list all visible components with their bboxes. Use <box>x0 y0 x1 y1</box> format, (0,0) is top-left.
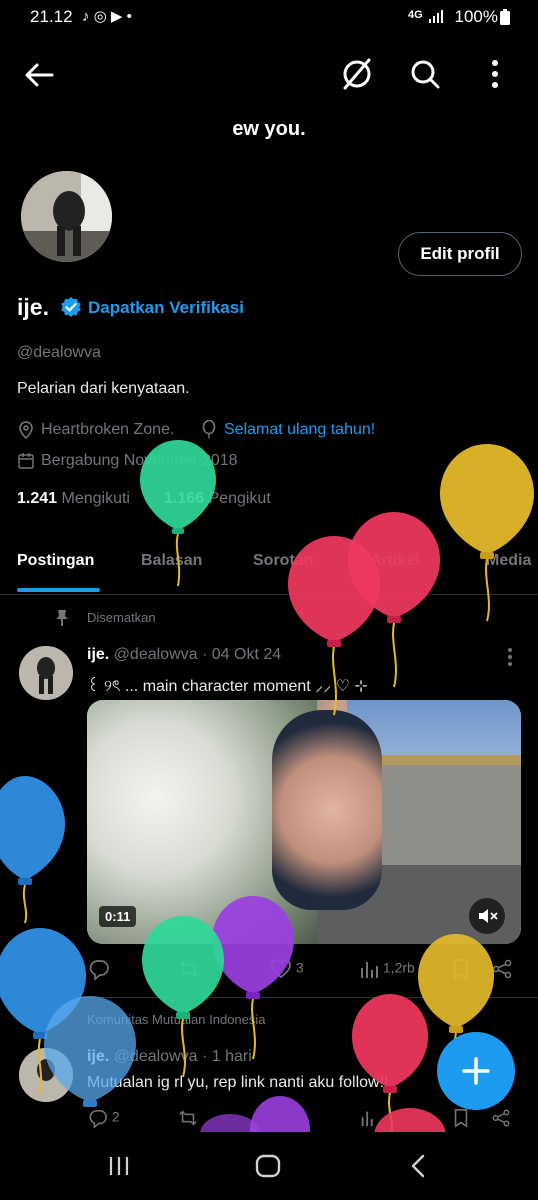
reply-button[interactable] <box>88 958 110 980</box>
retweet-button[interactable] <box>178 1108 198 1128</box>
get-verified-link[interactable]: Dapatkan Verifikasi <box>88 298 244 318</box>
share-button[interactable] <box>491 1108 511 1128</box>
post-header: ije. @dealowva · 04 Okt 24 <box>87 646 281 664</box>
video-frame-person <box>272 710 382 910</box>
post-more-button[interactable] <box>503 646 517 668</box>
balloon-icon <box>440 444 534 622</box>
pinned-label: Disematkan <box>87 610 156 625</box>
balloon-icon <box>348 512 440 688</box>
post-divider <box>0 997 538 998</box>
status-app-icons: ♪ ◎ ▶ • <box>82 8 132 25</box>
post-text: Mutualan ig rl yu, rep link nanti aku fo… <box>87 1074 389 1091</box>
bookmark-icon <box>452 958 470 980</box>
bookmark-button[interactable] <box>452 958 470 980</box>
balloon-icon <box>201 420 217 440</box>
video-frame-building <box>367 755 521 865</box>
followers-count: 1.166 <box>164 490 205 507</box>
retweet-icon <box>178 958 200 980</box>
birthday-link[interactable]: Selamat ulang tahun! <box>224 421 375 439</box>
edit-profile-button[interactable]: Edit profil <box>398 232 522 276</box>
retweet-button[interactable] <box>178 958 200 980</box>
followers-link[interactable]: 1.166 Pengikut <box>164 490 271 508</box>
calendar-icon <box>18 453 34 469</box>
bookmark-button[interactable] <box>452 1108 470 1128</box>
following-link[interactable]: 1.241 Mengikuti <box>17 490 130 508</box>
share-icon <box>491 958 513 980</box>
profile-handle: @dealowva <box>17 344 101 361</box>
share-icon <box>491 1108 511 1128</box>
nav-back-icon[interactable] <box>407 1154 431 1178</box>
search-icon <box>408 57 442 91</box>
views-icon <box>359 1108 379 1128</box>
followers-label: Pengikut <box>208 490 271 507</box>
community-label[interactable]: Komunitas Mutualan Indonesia <box>87 1012 266 1027</box>
reply-button[interactable]: 2 <box>88 1108 120 1128</box>
slash-circle-icon <box>340 57 374 91</box>
balloon-icon <box>0 776 65 924</box>
following-label: Mengikuti <box>61 490 130 507</box>
plus-icon <box>461 1056 491 1086</box>
reply-count: 2 <box>111 1108 120 1125</box>
share-button[interactable] <box>491 958 513 980</box>
mute-button[interactable] <box>469 898 505 934</box>
profile-joined: Bergabung November 2018 <box>41 452 238 469</box>
post-text: ꒰ ୨ৎ ... main character moment ⸝⸝ ♡ ⊹ <box>87 678 368 695</box>
post-handle-time: @dealowva · 04 Okt 24 <box>113 646 282 663</box>
active-tab-indicator <box>17 588 100 592</box>
compose-button[interactable] <box>437 1032 515 1110</box>
tab-posts[interactable]: Postingan <box>17 552 94 570</box>
following-count: 1.241 <box>17 490 58 507</box>
bookmark-icon <box>452 1108 470 1128</box>
balloon-icon <box>374 1108 446 1134</box>
profile-location: Heartbroken Zone. <box>41 421 175 438</box>
profile-bio: Pelarian dari kenyataan. <box>17 380 190 397</box>
balloon-icon <box>200 1096 310 1134</box>
verified-badge-icon <box>60 296 82 318</box>
more-button[interactable] <box>480 57 510 91</box>
network-indicator: 4G <box>408 9 423 21</box>
views-button[interactable] <box>359 1108 379 1128</box>
heart-icon <box>270 958 292 980</box>
views-icon <box>359 958 379 980</box>
more-vertical-icon <box>480 57 510 91</box>
battery-icon <box>500 9 510 25</box>
post-handle-time: @dealowva · 1 hari <box>113 1048 252 1065</box>
recents-icon[interactable] <box>107 1154 131 1178</box>
post-header: ije. @dealowva · 1 hari <box>87 1048 252 1066</box>
profile-avatar[interactable] <box>18 168 115 265</box>
post-author-name: ije. <box>87 646 110 663</box>
reply-icon <box>88 958 110 980</box>
battery-level: 100% <box>454 7 498 26</box>
like-button[interactable]: 3 <box>270 958 304 980</box>
status-bar: 21.12 ♪ ◎ ▶ • 4G 100% <box>0 0 538 36</box>
post-avatar[interactable] <box>19 646 73 700</box>
tab-replies[interactable]: Balasan <box>141 552 202 570</box>
tab-media[interactable]: Media <box>486 552 531 570</box>
video-duration: 0:11 <box>99 906 137 927</box>
back-button[interactable] <box>22 58 56 92</box>
header-title: ew you. <box>232 118 306 140</box>
system-navigation-bar <box>0 1132 538 1200</box>
tabs-divider <box>0 594 538 595</box>
home-icon[interactable] <box>255 1154 281 1178</box>
grok-button[interactable] <box>340 57 374 91</box>
more-vertical-icon <box>503 646 517 668</box>
profile-name: ije. <box>17 294 49 320</box>
like-count: 3 <box>295 959 304 976</box>
post-avatar[interactable] <box>19 1048 73 1102</box>
views-count: 1,2rb <box>382 959 415 976</box>
tab-highlights[interactable]: Sorotan <box>253 552 313 570</box>
pin-icon <box>54 609 70 627</box>
status-time: 21.12 <box>30 7 73 26</box>
post-author-name: ije. <box>87 1048 110 1065</box>
location-pin-icon <box>18 421 34 439</box>
signal-icon <box>428 8 444 24</box>
views-button[interactable]: 1,2rb <box>359 958 415 980</box>
tab-articles[interactable]: Artikel <box>370 552 420 570</box>
retweet-icon <box>178 1108 198 1128</box>
post-video[interactable]: 0:11 <box>87 700 521 944</box>
arrow-left-icon <box>22 58 56 92</box>
reply-icon <box>88 1108 108 1128</box>
search-button[interactable] <box>408 57 442 91</box>
